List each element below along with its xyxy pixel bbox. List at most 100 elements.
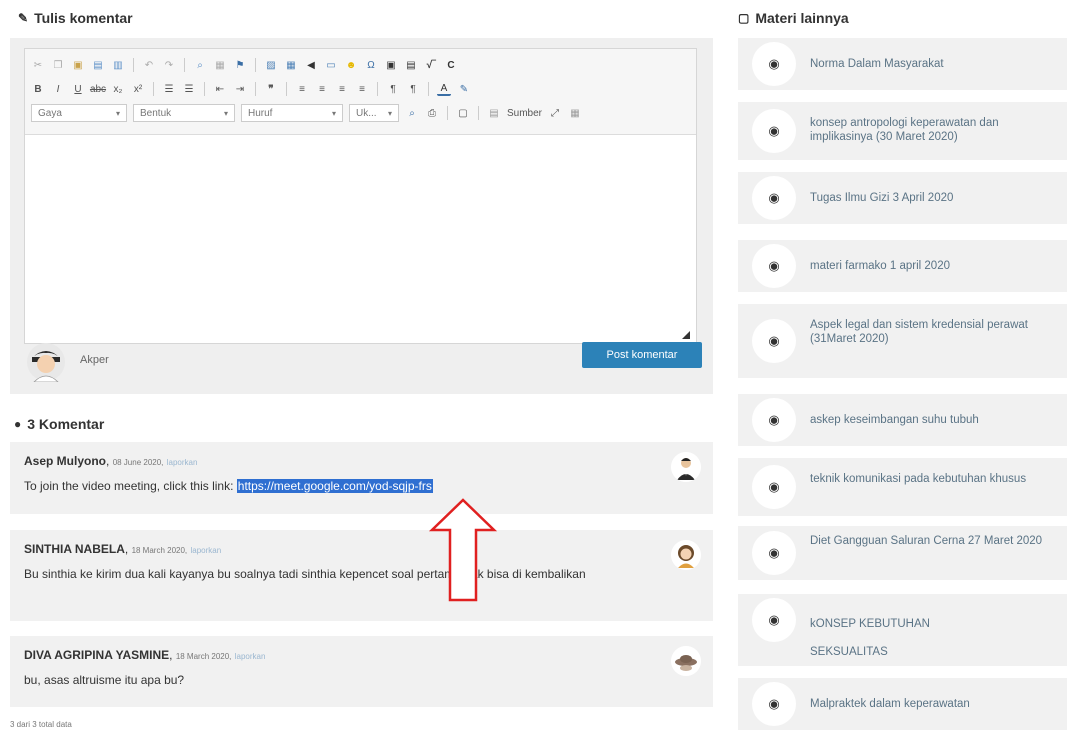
- align-center-icon[interactable]: ≡: [315, 82, 329, 96]
- redo-icon[interactable]: ↷: [162, 58, 176, 72]
- rich-text-editor[interactable]: ✂ ❐ ▣ ▤ ▥ ↶ ↷ ⌕ ▦ ⚑ ▨ ▦ ◀ ▭ ☻ Ω ▣ ▤ √‾ C…: [24, 48, 697, 344]
- strikethrough-icon[interactable]: abc: [90, 82, 106, 96]
- select-all-icon[interactable]: ▦: [213, 58, 227, 72]
- font-combo[interactable]: Huruf ▾: [241, 104, 343, 122]
- source-icon[interactable]: ▤: [487, 106, 501, 120]
- sidebar-item-label[interactable]: Malpraktek dalam keperawatan: [810, 697, 1063, 711]
- image-icon[interactable]: ▨: [264, 58, 278, 72]
- eye-icon: ◉: [768, 696, 780, 711]
- italic-icon[interactable]: I: [51, 82, 65, 96]
- sidebar-item-label[interactable]: Tugas Ilmu Gizi 3 April 2020: [810, 191, 1063, 205]
- sidebar-item[interactable]: ◉ kONSEP KEBUTUHAN SEKSUALITAS: [738, 594, 1067, 666]
- superscript-icon[interactable]: x²: [131, 82, 145, 96]
- bullet-list-icon[interactable]: ☰: [182, 82, 196, 96]
- eye-button[interactable]: ◉: [752, 598, 796, 642]
- sidebar-item[interactable]: ◉ Diet Gangguan Saluran Cerna 27 Maret 2…: [738, 526, 1067, 580]
- report-link[interactable]: laporkan: [235, 652, 266, 661]
- sidebar-item-label[interactable]: konsep antropologi keperawatan dan impli…: [810, 116, 1063, 144]
- sidebar-item-label[interactable]: Diet Gangguan Saluran Cerna 27 Maret 202…: [810, 534, 1063, 548]
- align-right-icon[interactable]: ≡: [335, 82, 349, 96]
- text-color-icon[interactable]: A: [437, 82, 451, 96]
- print-icon[interactable]: ⎙: [425, 106, 439, 120]
- comment-date: 08 June 2020,: [112, 458, 164, 467]
- numbered-list-icon[interactable]: ☰: [162, 82, 176, 96]
- resize-handle[interactable]: [682, 331, 690, 339]
- rtl-icon[interactable]: ¶: [406, 82, 420, 96]
- chevron-down-icon: ▾: [387, 108, 392, 118]
- bold-icon[interactable]: B: [31, 82, 45, 96]
- report-link[interactable]: laporkan: [167, 458, 198, 467]
- sidebar-item[interactable]: ◉ askep keseimbangan suhu tubuh: [738, 394, 1067, 446]
- align-left-icon[interactable]: ≡: [295, 82, 309, 96]
- eye-button[interactable]: ◉: [752, 42, 796, 86]
- source-button-label[interactable]: Sumber: [507, 108, 542, 119]
- paste-word-icon[interactable]: ▥: [111, 58, 125, 72]
- undo-icon[interactable]: ↶: [142, 58, 156, 72]
- sidebar-item-label[interactable]: Aspek legal dan sistem kredensial perawa…: [810, 318, 1063, 346]
- sidebar-item-label[interactable]: teknik komunikasi pada kebutuhan khusus: [810, 472, 1063, 486]
- paste-icon[interactable]: ▣: [71, 58, 85, 72]
- size-combo[interactable]: Uk... ▾: [349, 104, 399, 122]
- sidebar-item-label[interactable]: materi farmako 1 april 2020: [810, 259, 1063, 273]
- eye-button[interactable]: ◉: [752, 109, 796, 153]
- table-icon[interactable]: ▦: [284, 58, 298, 72]
- cut-icon[interactable]: ✂: [31, 58, 45, 72]
- current-user-name: Akper: [80, 354, 109, 366]
- comment-item: DIVA AGRIPINA YASMINE, 18 March 2020, la…: [10, 636, 713, 707]
- eye-button[interactable]: ◉: [752, 531, 796, 575]
- templates-icon[interactable]: ▢: [456, 106, 470, 120]
- blockquote-icon[interactable]: ❞: [264, 82, 278, 96]
- subscript-icon[interactable]: x₂: [111, 82, 125, 96]
- eye-button[interactable]: ◉: [752, 319, 796, 363]
- sidebar-item[interactable]: ◉ konsep antropologi keperawatan dan imp…: [738, 102, 1067, 160]
- maximize-icon[interactable]: ⤢: [548, 106, 562, 120]
- sidebar-item[interactable]: ◉ teknik komunikasi pada kebutuhan khusu…: [738, 458, 1067, 516]
- code-icon[interactable]: C: [444, 58, 458, 72]
- sidebar-item[interactable]: ◉ Norma Dalam Masyarakat: [738, 38, 1067, 90]
- copy-icon[interactable]: ❐: [51, 58, 65, 72]
- video-icon[interactable]: ▤: [404, 58, 418, 72]
- paste-text-icon[interactable]: ▤: [91, 58, 105, 72]
- format-combo[interactable]: Bentuk ▾: [133, 104, 235, 122]
- show-blocks-icon[interactable]: ▦: [568, 106, 582, 120]
- toolbar-row-3: Gaya ▾ Bentuk ▾ Huruf ▾ Uk... ▾ ⌕ ⎙ ▢ ▤ Sumb…: [31, 101, 690, 125]
- find-replace-icon[interactable]: ⌕: [193, 58, 207, 72]
- outdent-icon[interactable]: ⇤: [213, 82, 227, 96]
- preview-icon[interactable]: ⌕: [405, 106, 419, 120]
- ltr-icon[interactable]: ¶: [386, 82, 400, 96]
- sidebar-item[interactable]: ◉ Tugas Ilmu Gizi 3 April 2020: [738, 172, 1067, 224]
- sidebar-item-label[interactable]: askep keseimbangan suhu tubuh: [810, 413, 1063, 427]
- horizontal-line-icon[interactable]: ▭: [324, 58, 338, 72]
- sidebar-item[interactable]: ◉ materi farmako 1 april 2020: [738, 240, 1067, 292]
- report-link[interactable]: laporkan: [191, 546, 222, 555]
- style-combo[interactable]: Gaya ▾: [31, 104, 127, 122]
- man-avatar-icon: [671, 452, 701, 482]
- eye-button[interactable]: ◉: [752, 465, 796, 509]
- eye-button[interactable]: ◉: [752, 398, 796, 442]
- math-icon[interactable]: √‾: [424, 58, 438, 72]
- comment-author: SINTHIA NABELA: [24, 542, 125, 556]
- eye-button[interactable]: ◉: [752, 244, 796, 288]
- eye-button[interactable]: ◉: [752, 176, 796, 220]
- sidebar-item[interactable]: ◉ Malpraktek dalam keperawatan: [738, 678, 1067, 730]
- align-justify-icon[interactable]: ≡: [355, 82, 369, 96]
- eye-icon: ◉: [768, 612, 780, 627]
- eye-icon: ◉: [768, 333, 780, 348]
- media-icon[interactable]: ▣: [384, 58, 398, 72]
- anchor-icon[interactable]: ⚑: [233, 58, 247, 72]
- indent-icon[interactable]: ⇥: [233, 82, 247, 96]
- sidebar-item[interactable]: ◉ Aspek legal dan sistem kredensial pera…: [738, 304, 1067, 378]
- annotation-up-arrow-icon: [428, 498, 498, 602]
- eye-icon: ◉: [768, 258, 780, 273]
- underline-icon[interactable]: U: [71, 82, 85, 96]
- post-comment-button[interactable]: Post komentar: [582, 342, 702, 368]
- meeting-link[interactable]: https://meet.google.com/yod-sqjp-frs: [236, 479, 433, 493]
- eye-button[interactable]: ◉: [752, 682, 796, 726]
- sidebar-item-label[interactable]: kONSEP KEBUTUHAN SEKSUALITAS: [810, 610, 1010, 666]
- sidebar-item-label[interactable]: Norma Dalam Masyarakat: [810, 57, 1063, 71]
- smiley-icon[interactable]: ☻: [344, 58, 358, 72]
- special-char-icon[interactable]: Ω: [364, 58, 378, 72]
- pencil-icon: ✎: [18, 11, 29, 25]
- bg-color-icon[interactable]: ✎: [457, 82, 471, 96]
- audio-icon[interactable]: ◀: [304, 58, 318, 72]
